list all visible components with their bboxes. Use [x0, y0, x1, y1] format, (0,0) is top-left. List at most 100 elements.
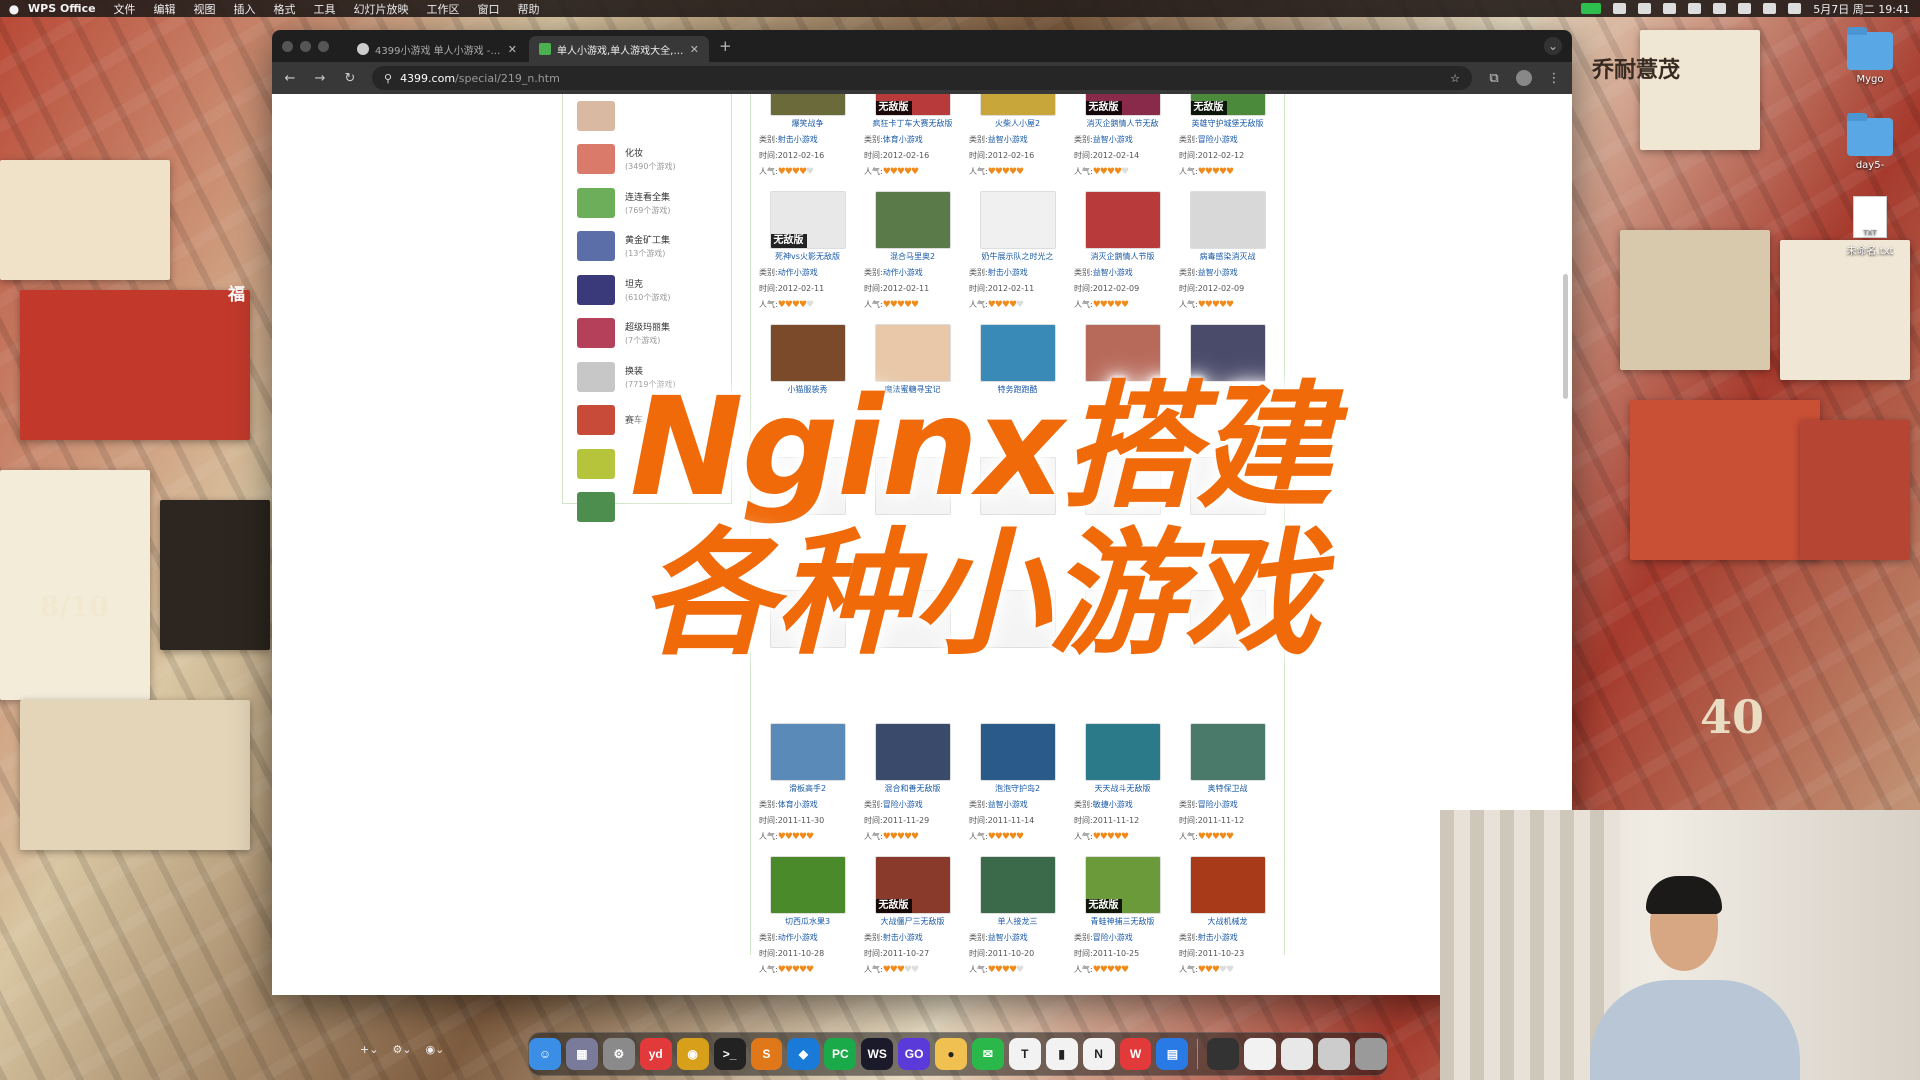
- finder2-icon[interactable]: ●: [935, 1038, 967, 1070]
- wifi-icon[interactable]: [1738, 3, 1752, 14]
- spotlight-icon[interactable]: [1763, 3, 1777, 14]
- desktop-file-txt[interactable]: TXT 未命名.txt: [1835, 196, 1905, 257]
- menu-item-format[interactable]: 格式: [274, 1, 296, 17]
- back-arrow-icon[interactable]: ←: [282, 71, 298, 86]
- game-title-link[interactable]: 消灭企鹅情人节版: [1074, 249, 1171, 265]
- minimized-window-1[interactable]: [1207, 1038, 1240, 1070]
- sublime-icon[interactable]: S: [750, 1038, 783, 1070]
- game-card[interactable]: 爆笑战争 类别:射击小游戏 时间:2012-02-16 人气:♥♥♥♥♥: [755, 94, 860, 187]
- wps-status-icon[interactable]: [1613, 3, 1627, 14]
- webstorm-icon[interactable]: WS: [861, 1038, 894, 1070]
- chrome-icon[interactable]: ◉: [676, 1038, 709, 1070]
- desktop-folder-mygo[interactable]: Mygo: [1835, 27, 1905, 85]
- new-tab-button[interactable]: +: [719, 37, 732, 55]
- game-card[interactable]: 奥特保卫战 类别:冒险小游戏 时间:2011-11-12 人气:♥♥♥♥♥: [1175, 719, 1280, 852]
- notes-icon[interactable]: ▮: [1045, 1038, 1078, 1070]
- game-card[interactable]: 切西瓜水果3 类别:动作小游戏 时间:2011-10-28 人气:♥♥♥♥♥: [755, 852, 860, 985]
- tab-google-search[interactable]: 4399小游戏 单人小游戏 - Goo ✕: [347, 36, 527, 62]
- category-link[interactable]: 动作小游戏: [883, 268, 923, 277]
- forward-arrow-icon[interactable]: →: [312, 71, 328, 86]
- site-info-icon[interactable]: ⚲: [384, 72, 392, 85]
- category-link[interactable]: 体育小游戏: [778, 800, 818, 809]
- desktop-folder-day5[interactable]: day5-: [1835, 113, 1905, 171]
- game-thumbnail[interactable]: 无敌版: [874, 856, 951, 914]
- game-title-link[interactable]: 疯狂卡丁车大赛无敌版: [864, 116, 961, 132]
- game-title-link[interactable]: 大战僵尸三无敌版: [864, 914, 961, 930]
- minimized-window-3[interactable]: [1281, 1038, 1314, 1070]
- game-thumbnail[interactable]: [1084, 723, 1161, 781]
- facetime-status-icon[interactable]: [1581, 3, 1602, 14]
- minimized-window-4[interactable]: [1318, 1038, 1351, 1070]
- terminal-icon[interactable]: >_: [713, 1038, 746, 1070]
- game-card[interactable]: 奶牛展示队之时光之 类别:射击小游戏 时间:2012-02-11 人气:♥♥♥♥♥: [965, 187, 1070, 320]
- game-title-link[interactable]: 大战机械龙: [1179, 914, 1276, 930]
- close-window-button[interactable]: [282, 40, 293, 52]
- vscode-icon[interactable]: ◆: [787, 1038, 820, 1070]
- game-card[interactable]: 无敌版 英雄守护城堡无敌版 类别:冒险小游戏 时间:2012-02-12 人气:♥♥♥♥…: [1175, 94, 1280, 187]
- game-thumbnail[interactable]: 无敌版: [874, 94, 951, 116]
- game-card[interactable]: 滑板高手2 类别:体育小游戏 时间:2011-11-30 人气:♥♥♥♥♥: [755, 719, 860, 852]
- game-card[interactable]: 病毒感染消灭战 类别:益智小游戏 时间:2012-02-09 人气:♥♥♥♥♥: [1175, 187, 1280, 320]
- game-thumbnail[interactable]: [874, 191, 951, 249]
- game-card[interactable]: 大战机械龙 类别:射击小游戏 时间:2011-10-23 人气:♥♥♥♥♥: [1175, 852, 1280, 985]
- input-method-icon[interactable]: [1688, 3, 1702, 14]
- tab-search-chevron-icon[interactable]: ⌄: [1544, 37, 1562, 55]
- more-menu-icon[interactable]: ⋮: [1546, 71, 1562, 86]
- typora-icon[interactable]: T: [1008, 1038, 1041, 1070]
- game-card[interactable]: 无敌版 青蛙神捕三无敌版 类别:冒险小游戏 时间:2011-10-25 人气:♥♥♥♥♥: [1070, 852, 1175, 985]
- goland-icon[interactable]: GO: [898, 1038, 931, 1070]
- category-item[interactable]: 坦克 (610个游戏): [563, 268, 731, 312]
- category-link[interactable]: 益智小游戏: [1198, 268, 1238, 277]
- game-card[interactable]: 天天战斗无敌版 类别:敏捷小游戏 时间:2011-11-12 人气:♥♥♥♥♥: [1070, 719, 1175, 852]
- wps-icon[interactable]: W: [1119, 1038, 1152, 1070]
- category-link[interactable]: 益智小游戏: [988, 135, 1028, 144]
- category-link[interactable]: 冒险小游戏: [1198, 135, 1238, 144]
- game-title-link[interactable]: 爆笑战争: [759, 116, 856, 132]
- menu-item-edit[interactable]: 编辑: [154, 1, 176, 17]
- game-card[interactable]: 无敌版 消灭企鹅情人节无敌 类别:益智小游戏 时间:2012-02-14 人气:♥♥♥♥…: [1070, 94, 1175, 187]
- game-thumbnail[interactable]: [1189, 723, 1266, 781]
- game-title-link[interactable]: 青蛙神捕三无敌版: [1074, 914, 1171, 930]
- game-thumbnail[interactable]: [1189, 856, 1266, 914]
- game-card[interactable]: 泡泡守护岛2 类别:益智小游戏 时间:2011-11-14 人气:♥♥♥♥♥: [965, 719, 1070, 852]
- game-thumbnail[interactable]: [979, 723, 1056, 781]
- category-link[interactable]: 益智小游戏: [988, 800, 1028, 809]
- game-thumbnail[interactable]: [769, 94, 846, 116]
- control-center-icon[interactable]: [1788, 3, 1802, 14]
- category-link[interactable]: 益智小游戏: [1093, 268, 1133, 277]
- reload-icon[interactable]: ↻: [342, 71, 358, 86]
- notion-icon[interactable]: N: [1082, 1038, 1115, 1070]
- game-thumbnail[interactable]: 无敌版: [769, 191, 846, 249]
- category-link[interactable]: 冒险小游戏: [1093, 933, 1133, 942]
- game-thumbnail[interactable]: 无敌版: [1084, 856, 1161, 914]
- game-thumbnail[interactable]: [769, 856, 846, 914]
- battery-icon[interactable]: [1713, 3, 1727, 14]
- game-title-link[interactable]: 奥特保卫战: [1179, 781, 1276, 797]
- launchpad-icon[interactable]: ▦: [565, 1038, 598, 1070]
- category-link[interactable]: 射击小游戏: [883, 933, 923, 942]
- category-link[interactable]: 射击小游戏: [778, 135, 818, 144]
- game-title-link[interactable]: 英雄守护城堡无敌版: [1179, 116, 1276, 132]
- store-icon[interactable]: ▤: [1156, 1038, 1189, 1070]
- settings-icon[interactable]: ⚙: [602, 1038, 635, 1070]
- close-tab-icon[interactable]: ✕: [508, 43, 517, 56]
- menu-item-tools[interactable]: 工具: [314, 1, 336, 17]
- trash-icon[interactable]: [1355, 1038, 1387, 1070]
- address-bar[interactable]: ⚲ 4399.com /special/219_n.htm ☆: [372, 66, 1472, 90]
- game-card[interactable]: 混合和善无敌版 类别:冒险小游戏 时间:2011-11-29 人气:♥♥♥♥♥: [860, 719, 965, 852]
- menu-item-insert[interactable]: 插入: [234, 1, 256, 17]
- tab-4399-single-player[interactable]: 单人小游戏,单人游戏大全,单人 ✕: [529, 36, 709, 62]
- minimize-window-button[interactable]: [300, 40, 311, 52]
- game-card[interactable]: 无敌版 死神vs火影无敌版 类别:动作小游戏 时间:2012-02-11 人气:♥♥♥♥…: [755, 187, 860, 320]
- game-thumbnail[interactable]: [979, 94, 1056, 116]
- menu-item-workspace[interactable]: 工作区: [427, 1, 460, 17]
- category-item[interactable]: 黄金矿工集 (13个游戏): [563, 225, 731, 269]
- wechat-icon[interactable]: ✉: [971, 1038, 1004, 1070]
- close-tab-icon[interactable]: ✕: [690, 43, 699, 56]
- category-link[interactable]: 冒险小游戏: [1198, 800, 1238, 809]
- category-link[interactable]: 体育小游戏: [883, 135, 923, 144]
- gear-icon[interactable]: ⚙⌄: [392, 1043, 411, 1056]
- category-item[interactable]: 连连看全集 (769个游戏): [563, 181, 731, 225]
- game-title-link[interactable]: 混合马里奥2: [864, 249, 961, 265]
- game-card[interactable]: 火柴人小屋2 类别:益智小游戏 时间:2012-02-16 人气:♥♥♥♥♥: [965, 94, 1070, 187]
